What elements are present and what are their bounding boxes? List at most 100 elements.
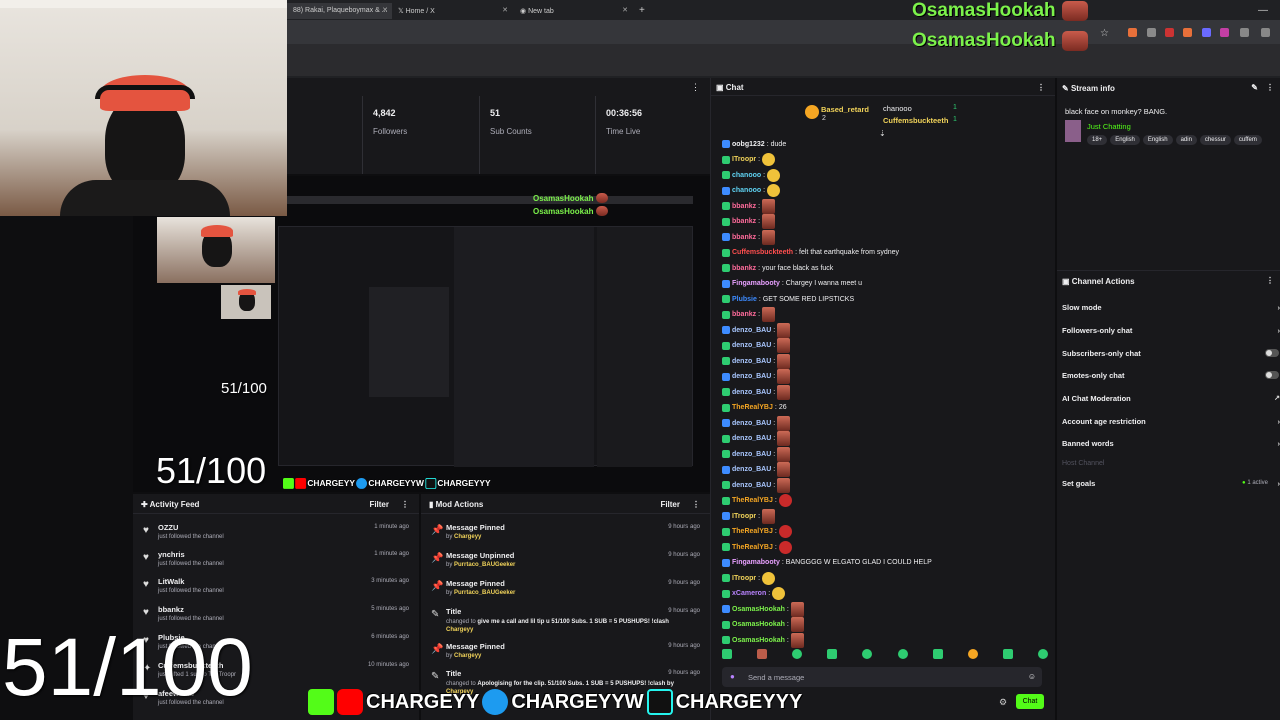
chat-username[interactable]: OsamasHookah bbox=[732, 637, 785, 644]
close-icon[interactable]: ✕ bbox=[382, 6, 388, 14]
chat-username[interactable]: denzo_BAU bbox=[732, 358, 771, 365]
chat-username[interactable]: OsamasHookah bbox=[732, 606, 785, 613]
chat-username[interactable]: bbankz bbox=[732, 265, 756, 272]
chat-message[interactable]: bbankz: bbox=[722, 198, 776, 214]
chat-username[interactable]: denzo_BAU bbox=[732, 451, 771, 458]
more-icon[interactable]: ⋮ bbox=[1266, 276, 1274, 285]
feed-item[interactable]: ♥ OZZU just followed the channel 1 minute a… bbox=[133, 520, 419, 547]
expand-icon[interactable]: ⇣ bbox=[879, 129, 886, 138]
chat-username[interactable]: bbankz bbox=[732, 218, 756, 225]
more-icon[interactable]: ⋮ bbox=[401, 500, 409, 509]
extension-icon[interactable] bbox=[1147, 28, 1156, 37]
chat-username[interactable]: Plubsie bbox=[732, 296, 757, 303]
chat-username[interactable]: xCameron bbox=[732, 590, 766, 597]
emote-button[interactable] bbox=[967, 649, 978, 659]
feed-item[interactable]: ♥ ynchris just followed the channel 1 minut… bbox=[133, 547, 419, 574]
subscribers-only-row[interactable]: Subscribers-only chat bbox=[1062, 349, 1280, 367]
extension-icon[interactable] bbox=[1202, 28, 1211, 37]
chat-username[interactable]: ITroopr bbox=[732, 513, 756, 520]
tag[interactable]: 18+ bbox=[1087, 135, 1108, 145]
emote-button[interactable] bbox=[757, 649, 768, 659]
leaderboard-name[interactable]: Based_retard bbox=[821, 105, 869, 114]
chat-message[interactable]: Fingamabooty: BANGGGG W ELGATO GLAD I COU… bbox=[722, 556, 932, 570]
chat-message[interactable]: denzo_BAU: bbox=[722, 353, 791, 369]
chat-username[interactable]: TheRealYBJ bbox=[732, 544, 773, 551]
set-goals-row[interactable]: Set goals ● 1 active › bbox=[1062, 479, 1280, 497]
toggle-switch[interactable] bbox=[1265, 349, 1279, 357]
chat-message[interactable]: denzo_BAU: bbox=[722, 369, 791, 384]
chat-message[interactable]: Plubsie: GET SOME RED LIPSTICKS bbox=[722, 292, 854, 306]
tag[interactable]: English bbox=[1110, 135, 1140, 145]
emotes-only-row[interactable]: Emotes-only chat bbox=[1062, 371, 1280, 389]
chat-username[interactable]: denzo_BAU bbox=[732, 342, 771, 349]
chat-message[interactable]: OsamasHookah: bbox=[722, 617, 804, 632]
chat-message[interactable]: ITroopr: bbox=[722, 571, 776, 585]
chat-message[interactable]: Cuffemsbuckteeth: felt that earthquake fr… bbox=[722, 246, 899, 260]
chat-message[interactable]: Fingamabooty: Chargey I wanna meet u bbox=[722, 277, 862, 291]
chat-username[interactable]: chanooo bbox=[732, 187, 761, 194]
tag[interactable]: chessur bbox=[1199, 135, 1231, 145]
chat-username[interactable]: oobg1232 bbox=[732, 141, 765, 148]
settings-icon[interactable]: ⚙ bbox=[999, 697, 1007, 708]
chat-username[interactable]: denzo_BAU bbox=[732, 466, 771, 473]
stream-category[interactable]: Just Chatting bbox=[1087, 122, 1131, 131]
chat-username[interactable]: Fingamabooty bbox=[732, 559, 780, 566]
mod-action-item[interactable]: 📌 Message Pinned by Chargeyy 9 hours ago bbox=[421, 520, 710, 547]
toggle-switch[interactable] bbox=[1265, 371, 1279, 379]
feed-item[interactable]: ♥ LitWalk just followed the channel 3 minut… bbox=[133, 574, 419, 601]
chat-message[interactable]: denzo_BAU: bbox=[722, 431, 791, 446]
chat-username[interactable]: denzo_BAU bbox=[732, 435, 771, 442]
chat-message[interactable]: denzo_BAU: bbox=[722, 338, 791, 353]
chat-message[interactable]: ITroopr: bbox=[722, 153, 776, 167]
more-icon[interactable]: ⋮ bbox=[1266, 83, 1274, 92]
chat-message[interactable]: bbankz: bbox=[722, 214, 776, 229]
chat-username[interactable]: Cuffemsbuckteeth bbox=[732, 249, 793, 256]
chat-username[interactable]: bbankz bbox=[732, 311, 756, 318]
chat-username[interactable]: denzo_BAU bbox=[732, 389, 771, 396]
extension-icon[interactable] bbox=[1261, 28, 1270, 37]
send-chat-button[interactable]: Chat bbox=[1016, 694, 1044, 709]
chat-message[interactable]: denzo_BAU: bbox=[722, 462, 791, 477]
chat-message[interactable]: denzo_BAU: bbox=[722, 384, 791, 400]
emote-button[interactable] bbox=[1037, 649, 1048, 659]
chat-message[interactable]: oobg1232: dude bbox=[722, 137, 786, 151]
emote-button[interactable] bbox=[932, 649, 943, 659]
chat-username[interactable]: denzo_BAU bbox=[732, 373, 771, 380]
leaderboard-name[interactable]: Cuffemsbuckteeth bbox=[883, 116, 948, 125]
chat-username[interactable]: ITroopr bbox=[732, 575, 756, 582]
extension-icon[interactable] bbox=[1128, 28, 1137, 37]
chat-username[interactable]: chanooo bbox=[732, 172, 761, 179]
filter-button[interactable]: Filter bbox=[660, 500, 680, 509]
emote-button[interactable] bbox=[792, 649, 803, 659]
pencil-icon[interactable]: ✎ bbox=[1251, 83, 1258, 92]
chat-username[interactable]: denzo_BAU bbox=[732, 327, 771, 334]
chat-username[interactable]: OsamasHookah bbox=[732, 621, 785, 628]
chat-message[interactable]: ITroopr: bbox=[722, 508, 776, 524]
close-icon[interactable]: ✕ bbox=[502, 6, 508, 14]
chat-username[interactable]: bbankz bbox=[732, 203, 756, 210]
chat-username[interactable]: Fingamabooty bbox=[732, 280, 780, 287]
bookmark-star-icon[interactable]: ☆ bbox=[1100, 28, 1109, 39]
minimize-button[interactable]: — bbox=[1252, 1, 1274, 17]
extension-icon[interactable] bbox=[1165, 28, 1174, 37]
emote-button[interactable] bbox=[722, 649, 732, 659]
extension-icon[interactable] bbox=[1183, 28, 1192, 37]
filter-button[interactable]: Filter bbox=[369, 500, 389, 509]
chat-username[interactable]: ITroopr bbox=[732, 156, 756, 163]
chat-message[interactable]: chanooo: bbox=[722, 184, 781, 198]
mod-action-item[interactable]: 📌 Message Pinned by Purrtaco_BAUGeeker 9 ho… bbox=[421, 576, 710, 603]
extension-icon[interactable] bbox=[1240, 28, 1249, 37]
emote-button[interactable] bbox=[827, 649, 838, 659]
chat-message[interactable]: OsamasHookah: bbox=[722, 632, 804, 648]
chat-message[interactable]: xCameron: bbox=[722, 587, 786, 601]
chat-message[interactable]: denzo_BAU: bbox=[722, 477, 791, 493]
chat-message[interactable]: TheRealYBJ:26 bbox=[722, 401, 787, 415]
more-icon[interactable]: ⋮ bbox=[692, 500, 700, 509]
more-icon[interactable]: ⋮ bbox=[1037, 83, 1045, 92]
chat-message[interactable]: bbankz: bbox=[722, 229, 776, 245]
emote-button[interactable] bbox=[1002, 649, 1013, 659]
emote-button[interactable] bbox=[862, 649, 873, 659]
followers-only-row[interactable]: Followers-only chat › bbox=[1062, 326, 1280, 344]
chat-message[interactable]: TheRealYBJ: bbox=[722, 525, 792, 539]
mod-action-item[interactable]: 📌 Message Pinned by Chargeyy 9 hours ago bbox=[421, 639, 710, 666]
